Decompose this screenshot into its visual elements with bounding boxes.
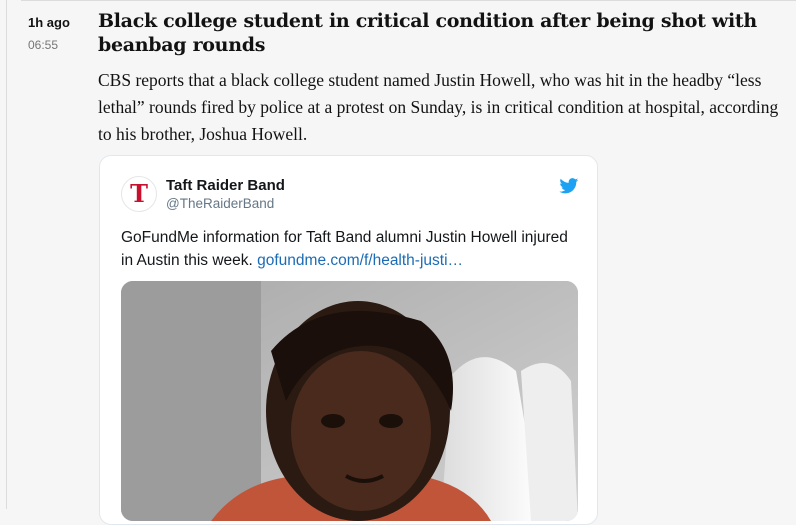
tweet-avatar[interactable]: T	[121, 176, 157, 212]
entry-headline: Black college student in critical condit…	[98, 10, 757, 56]
photo-of-person	[121, 281, 578, 521]
entry-body: CBS reports that a black college student…	[98, 70, 779, 144]
top-divider	[21, 0, 796, 1]
tweet-text: GoFundMe information for Taft Band alumn…	[121, 226, 581, 272]
tweet-handle[interactable]: @TheRaiderBand	[166, 195, 274, 213]
twitter-bird-icon[interactable]	[559, 178, 579, 194]
live-blog-page: 1h ago 06:55 Black college student in cr…	[0, 0, 796, 525]
tweet-link[interactable]: gofundme.com/f/health-justi…	[257, 252, 463, 269]
relative-time[interactable]: 1h ago	[28, 14, 88, 32]
embedded-tweet[interactable]: T Taft Raider Band @TheRaiderBand GoFund…	[99, 155, 598, 525]
tweet-display-name[interactable]: Taft Raider Band	[166, 176, 285, 196]
left-divider	[6, 0, 7, 509]
clock-time: 06:55	[28, 38, 59, 52]
entry-timestamp[interactable]: 1h ago 06:55	[28, 14, 88, 54]
tweet-media-photo[interactable]	[121, 281, 578, 521]
